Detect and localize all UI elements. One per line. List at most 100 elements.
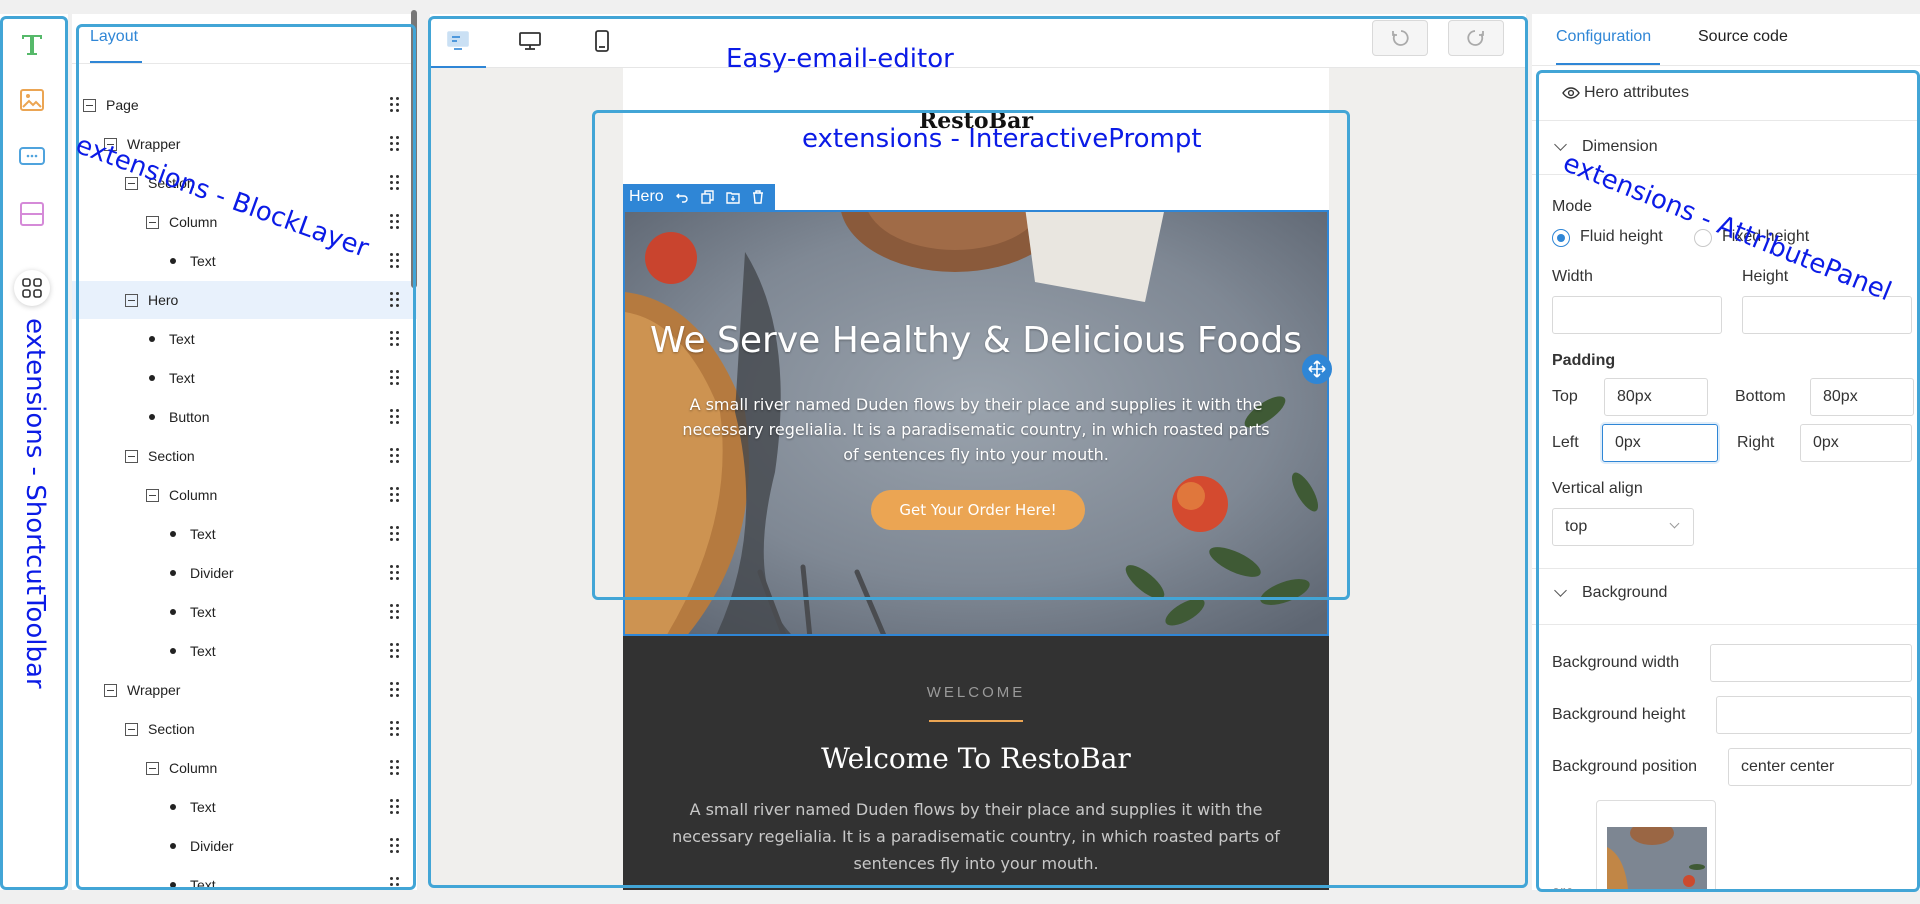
hero-block[interactable]: We Serve Healthy & Delicious Foods A sma…	[623, 210, 1329, 636]
drag-handle-icon[interactable]	[390, 253, 400, 269]
collapse-toggle-icon[interactable]	[125, 449, 138, 463]
image-icon[interactable]	[16, 84, 48, 116]
welcome-kicker[interactable]: WELCOME	[623, 684, 1329, 701]
panel-header: Hero attributes	[1584, 84, 1689, 101]
welcome-section[interactable]: WELCOME Welcome To RestoBar A small rive…	[623, 636, 1329, 890]
layer-row-text[interactable]: Text	[72, 515, 417, 553]
drag-handle-icon[interactable]	[390, 643, 400, 659]
collapse-toggle-icon[interactable]	[146, 488, 159, 502]
layer-row-divider[interactable]: Divider	[72, 554, 417, 592]
collapse-toggle-icon[interactable]	[146, 761, 159, 775]
layer-row-text[interactable]: Text	[72, 866, 417, 890]
tab-source-code[interactable]: Source code	[1698, 28, 1788, 46]
hero-cta-button[interactable]: Get Your Order Here!	[871, 490, 1085, 530]
layer-row-page[interactable]: Page	[72, 86, 417, 124]
drag-handle-icon[interactable]	[390, 409, 400, 425]
select-parent-icon[interactable]	[674, 188, 691, 206]
hero-title[interactable]: We Serve Healthy & Delicious Foods	[625, 320, 1327, 361]
drag-handle-icon[interactable]	[390, 799, 400, 815]
drag-handle-icon[interactable]	[390, 526, 400, 542]
collapse-toggle-icon[interactable]	[104, 683, 117, 697]
text-icon[interactable]	[16, 28, 48, 60]
drag-handle-icon[interactable]	[390, 136, 400, 152]
drag-handle-icon[interactable]	[390, 838, 400, 854]
tab-layout[interactable]: Layout	[90, 28, 138, 46]
radio-fluid-height[interactable]	[1552, 229, 1570, 247]
layer-row-column[interactable]: Column	[72, 476, 417, 514]
welcome-text[interactable]: A small river named Duden flows by their…	[671, 796, 1281, 877]
layer-row-text[interactable]: Text	[72, 320, 417, 358]
drag-handle-icon[interactable]	[390, 760, 400, 776]
collapse-toggle-icon[interactable]	[125, 293, 138, 307]
drag-handle-icon[interactable]	[390, 331, 400, 347]
button-icon[interactable]	[16, 140, 48, 172]
layer-row-text[interactable]: Text	[72, 788, 417, 826]
layer-row-button[interactable]: Button	[72, 398, 417, 436]
drag-handle-icon[interactable]	[390, 721, 400, 737]
layer-row-text[interactable]: Text	[72, 359, 417, 397]
chevron-down-icon	[1669, 518, 1680, 529]
drag-handle-icon[interactable]	[390, 214, 400, 230]
desktop-icon[interactable]	[515, 26, 545, 56]
padding-top-input[interactable]: 80px	[1604, 378, 1708, 416]
undo-button[interactable]	[1372, 20, 1428, 56]
bottom-label: Bottom	[1735, 388, 1786, 405]
more-blocks-icon[interactable]	[14, 270, 50, 306]
dimension-title[interactable]: Dimension	[1582, 138, 1658, 156]
drag-handle-icon[interactable]	[390, 487, 400, 503]
welcome-title[interactable]: Welcome To RestoBar	[623, 742, 1329, 775]
delete-icon[interactable]	[750, 188, 767, 206]
edit-mode-icon[interactable]	[443, 26, 473, 56]
width-input[interactable]	[1552, 296, 1722, 334]
bullet-icon	[149, 375, 155, 381]
background-position-input[interactable]: center center	[1728, 748, 1912, 786]
redo-button[interactable]	[1448, 20, 1504, 56]
background-height-input[interactable]	[1716, 696, 1912, 734]
hero-block-toolbar: Hero	[623, 184, 775, 210]
drag-handle-icon[interactable]	[390, 604, 400, 620]
fluid-height-label[interactable]: Fluid height	[1580, 228, 1663, 246]
copy-icon[interactable]	[699, 188, 716, 206]
vertical-align-label: Vertical align	[1552, 480, 1643, 497]
padding-right-input[interactable]: 0px	[1800, 424, 1912, 462]
drag-handle-icon[interactable]	[390, 682, 400, 698]
drag-handle-icon[interactable]	[390, 292, 400, 308]
background-title[interactable]: Background	[1582, 584, 1667, 602]
drag-handle-icon[interactable]	[390, 97, 400, 113]
background-width-input[interactable]	[1710, 644, 1912, 682]
layer-row-column[interactable]: Column	[72, 749, 417, 787]
layer-row-section[interactable]: Section	[72, 437, 417, 475]
save-block-icon[interactable]	[724, 188, 741, 206]
layer-row-text[interactable]: Text	[72, 632, 417, 670]
layer-scrollbar[interactable]	[411, 10, 417, 288]
background-position-label: Background position	[1552, 758, 1697, 775]
collapse-toggle-icon[interactable]	[146, 215, 159, 229]
collapse-icon[interactable]	[1554, 584, 1567, 597]
hero-tag-label: Hero	[629, 188, 664, 205]
collapse-toggle-icon[interactable]	[125, 722, 138, 736]
section-icon[interactable]	[16, 198, 48, 230]
padding-left-input[interactable]: 0px	[1602, 424, 1718, 462]
move-icon[interactable]	[1302, 354, 1332, 384]
padding-bottom-input[interactable]: 80px	[1810, 378, 1914, 416]
layer-row-text[interactable]: Text	[72, 593, 417, 631]
layer-row-wrapper[interactable]: Wrapper	[72, 671, 417, 709]
drag-handle-icon[interactable]	[390, 877, 400, 890]
layer-label: Hero	[148, 292, 179, 308]
hero-text[interactable]: A small river named Duden flows by their…	[673, 392, 1279, 467]
bullet-icon	[170, 609, 176, 615]
layer-row-section[interactable]: Section	[72, 710, 417, 748]
layer-row-divider[interactable]: Divider	[72, 827, 417, 865]
drag-handle-icon[interactable]	[390, 370, 400, 386]
drag-handle-icon[interactable]	[390, 175, 400, 191]
layer-row-hero[interactable]: Hero	[72, 281, 417, 319]
tab-configuration[interactable]: Configuration	[1556, 28, 1651, 46]
collapse-toggle-icon[interactable]	[83, 98, 96, 112]
drag-handle-icon[interactable]	[390, 448, 400, 464]
background-image-uploader[interactable]	[1596, 800, 1716, 890]
vertical-align-select[interactable]: top	[1552, 508, 1694, 546]
mobile-icon[interactable]	[587, 26, 617, 56]
drag-handle-icon[interactable]	[390, 565, 400, 581]
layer-label: Text	[190, 799, 216, 815]
collapse-icon[interactable]	[1554, 138, 1567, 151]
